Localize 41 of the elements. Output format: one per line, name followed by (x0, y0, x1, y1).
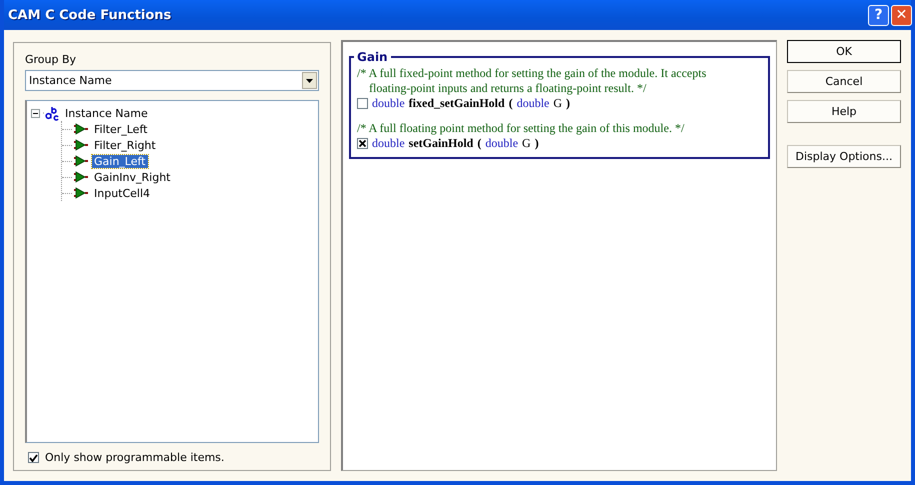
amplifier-icon (72, 155, 89, 167)
checkbox[interactable] (357, 98, 368, 109)
group-by-dropdown[interactable]: Instance Name (25, 70, 319, 91)
checkbox-label: Only show programmable items. (45, 451, 224, 464)
amplifier-icon (72, 171, 89, 183)
parameter-name: G (522, 136, 531, 151)
amplifier-icon (72, 123, 89, 135)
group-by-label: Group By (25, 53, 78, 66)
tree-item[interactable]: GainInv_Right (92, 170, 172, 184)
parameter-name: G (553, 96, 562, 111)
dialog-button[interactable]: OK (787, 40, 901, 63)
parenthesis: ( (508, 96, 513, 111)
parenthesis: ) (566, 96, 570, 111)
parenthesis: ) (534, 136, 539, 151)
type-keyword: double (485, 136, 518, 151)
function-name: fixed_setGainHold (408, 96, 505, 111)
code-comment: /* A full fixed-point method for setting the gain of the module. It accepts (357, 66, 708, 81)
checkbox[interactable] (357, 138, 368, 149)
amplifier-icon (72, 187, 89, 199)
tree-item[interactable]: Instance Name (63, 106, 150, 120)
window-title: CAM C Code Functions (8, 8, 172, 22)
tree-item[interactable]: Filter_Left (92, 122, 150, 136)
tree-item[interactable]: InputCell4 (92, 186, 152, 200)
dialog-button[interactable]: Display Options... (787, 145, 901, 168)
dialog-button[interactable]: Cancel (787, 70, 901, 93)
dialog-button[interactable]: Help (787, 100, 901, 123)
collapse-icon[interactable] (31, 108, 40, 118)
function-name: setGainHold (408, 136, 474, 151)
parenthesis: ( (477, 136, 482, 151)
close-button[interactable]: ✕ (891, 4, 912, 26)
type-keyword: double (372, 136, 405, 151)
type-keyword: double (516, 96, 550, 111)
tree-item[interactable]: Filter_Right (92, 138, 158, 152)
group-title: Gain (356, 50, 389, 64)
amplifier-icon (72, 139, 89, 151)
checkbox[interactable] (28, 452, 39, 463)
help-button[interactable]: ? (868, 4, 889, 26)
type-keyword: double (372, 96, 405, 111)
tree-item[interactable]: Gain_Left (92, 154, 148, 168)
code-comment: /* A full floating point method for setting the gain of this module. */ (357, 121, 686, 136)
code-comment: floating-point inputs and returns a floating-point result. */ (368, 81, 648, 96)
